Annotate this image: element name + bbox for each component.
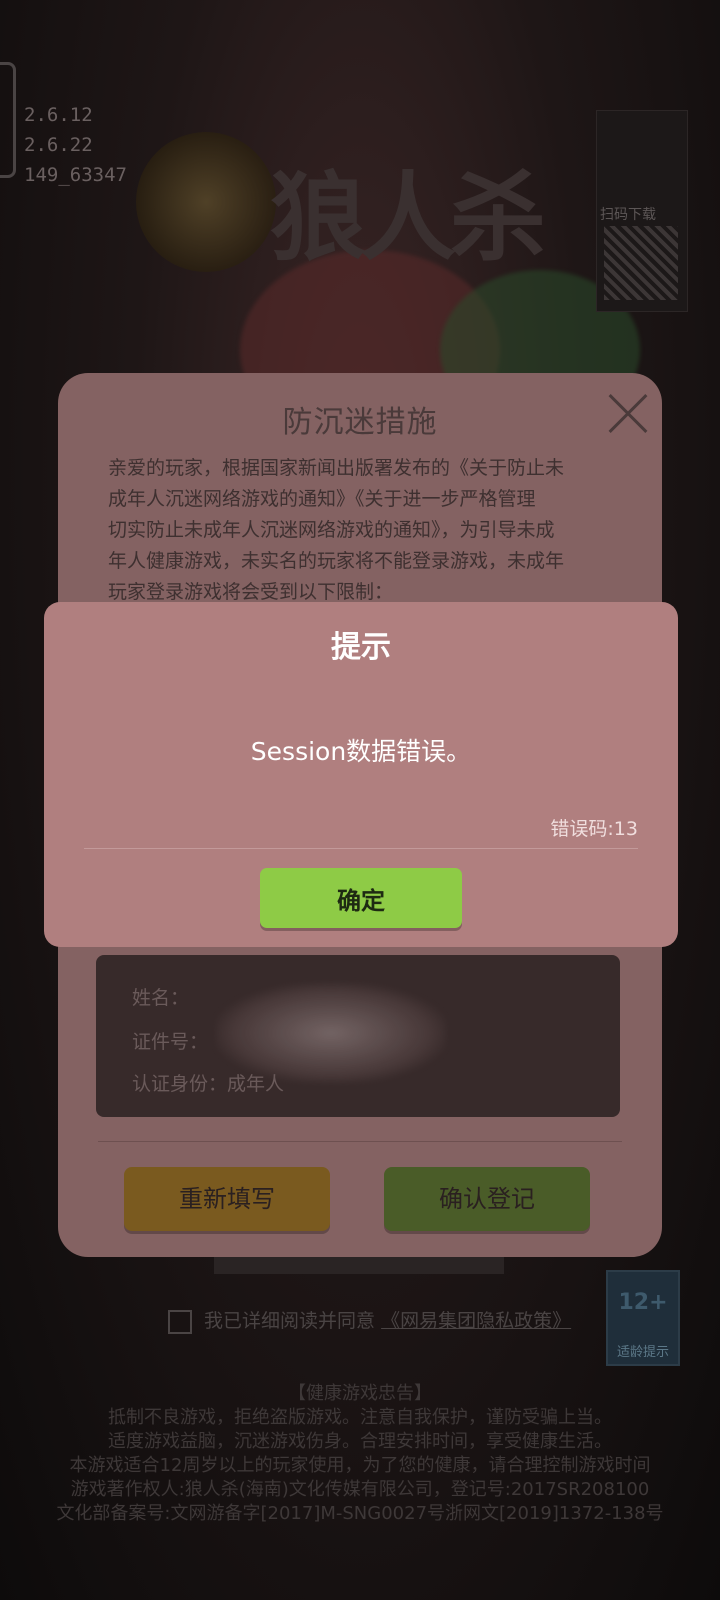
health-line: 本游戏适合12周岁以上的玩家使用，为了您的健康，请合理控制游戏时间 (69, 1455, 651, 1476)
privacy-policy-link[interactable]: 《网易集团隐私政策》 (381, 1310, 571, 1332)
privacy-checkbox[interactable] (168, 1309, 192, 1334)
alert-divider (84, 848, 638, 849)
side-tab-handle[interactable] (0, 62, 16, 178)
version-line: 149_63347 (24, 164, 127, 186)
dialog-body: 亲爱的玩家，根据国家新闻出版署发布的《关于防止未 成年人沉迷网络游戏的通知》《关… (108, 453, 618, 608)
age-rating-badge: 12+ 适龄提示 (606, 1270, 680, 1366)
age-rating-footer: 适龄提示 (616, 1345, 669, 1360)
dialog-divider (98, 1141, 622, 1142)
id-number-label: 证件号： (132, 1031, 209, 1053)
name-label: 姓名： (132, 987, 190, 1009)
health-line: 游戏著作权人:狼人杀(海南)文化传媒有限公司，登记号:2017SR208100 (70, 1479, 650, 1500)
close-icon[interactable] (600, 387, 654, 441)
privacy-text: 我已详细阅读并同意 (204, 1310, 376, 1332)
dialog-body-line: 成年人沉迷网络游戏的通知》《关于进一步严格管理 (108, 488, 536, 510)
ok-button[interactable]: 确定 (260, 868, 462, 928)
alert-message: Session数据错误。 (250, 737, 472, 766)
health-title: 【健康游戏忠告】 (288, 1383, 432, 1404)
health-line: 适度游戏益脑，沉迷游戏伤身。合理安排时间，享受健康生活。 (108, 1431, 612, 1452)
error-code: 错误码:13 (550, 818, 638, 840)
identity-value: 成年人 (227, 1073, 285, 1095)
logo-emblem (136, 132, 276, 272)
dialog-title: 防沉迷措施 (282, 405, 438, 440)
qr-code-icon (604, 226, 678, 300)
dialog-body-line: 年人健康游戏，未实名的玩家将不能登录游戏，未成年 (108, 550, 565, 572)
error-alert-dialog: 提示 Session数据错误。 错误码:13 确定 (44, 602, 678, 947)
health-line: 文化部备案号:文网游备字[2017]M-SNG0027号浙网文[2019]137… (56, 1503, 664, 1524)
health-line: 抵制不良游戏，拒绝盗版游戏。注意自我保护，谨防受骗上当。 (108, 1407, 612, 1428)
health-notice: 【健康游戏忠告】 抵制不良游戏，拒绝盗版游戏。注意自我保护，谨防受骗上当。 适度… (0, 1382, 720, 1526)
redacted-blur (216, 983, 446, 1083)
dialog-body-line: 亲爱的玩家，根据国家新闻出版署发布的《关于防止未 (108, 457, 565, 479)
qr-label: 扫码下载 (600, 207, 656, 223)
alert-title: 提示 (331, 630, 391, 665)
version-info: 2.6.12 2.6.22 149_63347 (24, 100, 127, 190)
confirm-registration-button[interactable]: 确认登记 (384, 1167, 590, 1231)
identity-label: 认证身份： (132, 1073, 228, 1095)
age-rating-value: 12+ (618, 1290, 668, 1315)
version-line: 2.6.22 (24, 134, 93, 156)
version-line: 2.6.12 (24, 104, 93, 126)
game-logo: 狼人杀 (270, 161, 546, 274)
identity-info-card: 姓名： 证件号： 认证身份：成年人 (96, 955, 620, 1117)
refill-button[interactable]: 重新填写 (124, 1167, 330, 1231)
identity-row: 认证身份：成年人 (132, 1069, 284, 1096)
dialog-body-line: 切实防止未成年人沉迷网络游戏的通知》，为引导未成 (108, 519, 555, 541)
privacy-agreement: 我已详细阅读并同意 《网易集团隐私政策》 (168, 1306, 571, 1334)
